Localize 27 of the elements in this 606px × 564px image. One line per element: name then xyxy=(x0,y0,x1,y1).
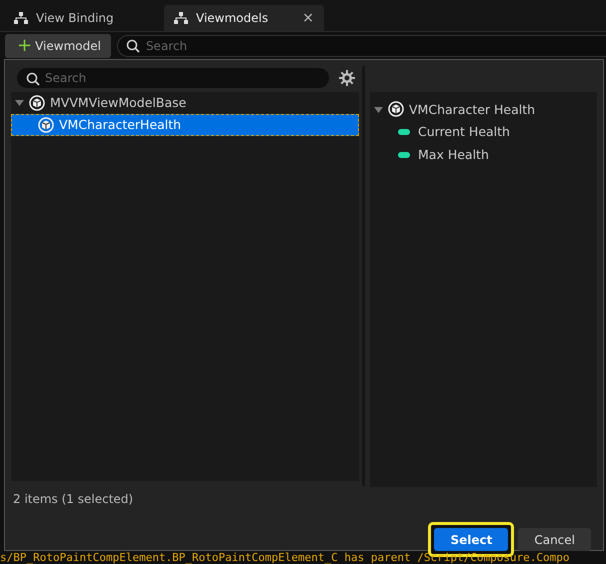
property-label[interactable]: Max Health xyxy=(418,147,489,162)
tab-label: Viewmodels xyxy=(196,10,268,25)
hierarchy-icon xyxy=(174,12,188,24)
cube-icon xyxy=(388,101,404,117)
expand-arrow-icon[interactable] xyxy=(15,98,24,108)
tab[interactable]: Viewmodels × xyxy=(164,4,324,31)
hierarchy-icon xyxy=(14,12,28,24)
tab[interactable]: View Binding xyxy=(4,4,154,31)
log-line: s/BP_RotoPaintCompElement.BP_RotoPaintCompElement_C has parent /Script/Composure.Compo xyxy=(0,552,571,564)
tab-label: View Binding xyxy=(36,10,114,25)
search-field[interactable]: Search xyxy=(116,35,606,58)
tree-item[interactable]: VMCharacterHealth xyxy=(11,114,359,136)
select-button[interactable]: Select xyxy=(434,528,508,551)
status-text: 2 items (1 selected) xyxy=(12,491,134,506)
close-icon[interactable]: × xyxy=(302,10,314,26)
cube-icon xyxy=(29,94,45,111)
add-viewmodel-button[interactable]: + Viewmodel xyxy=(5,34,111,58)
cancel-button[interactable]: Cancel xyxy=(518,528,591,551)
search-icon xyxy=(126,39,140,54)
search-icon xyxy=(26,72,40,86)
expand-arrow-icon[interactable] xyxy=(374,104,383,114)
tree-item[interactable]: MVVMViewModelBase xyxy=(11,92,359,114)
settings-icon[interactable] xyxy=(339,70,355,86)
search-field[interactable]: Search xyxy=(17,68,329,88)
property-label[interactable]: Current Health xyxy=(418,124,510,139)
tree-item[interactable]: VMCharacter Health xyxy=(370,98,597,120)
cube-icon xyxy=(38,116,54,133)
